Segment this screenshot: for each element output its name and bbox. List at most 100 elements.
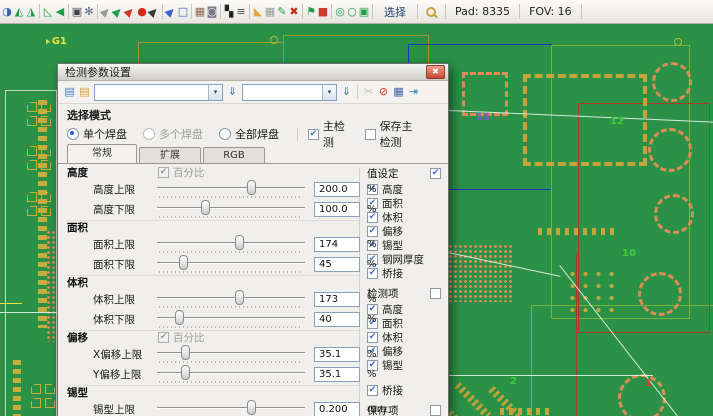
saveas-params-icon[interactable]: ▤ xyxy=(77,84,92,100)
slider[interactable] xyxy=(157,254,305,274)
group-master-checkbox[interactable] xyxy=(430,405,441,416)
zoom-sel-icon[interactable]: ◮ xyxy=(25,3,37,20)
value-input[interactable]: 40 xyxy=(314,312,360,327)
group-master-checkbox[interactable]: ✔ xyxy=(430,168,441,179)
checkbox-item-高度[interactable]: ✔高度 xyxy=(367,183,445,196)
slider[interactable] xyxy=(157,364,305,384)
slider-thumb[interactable] xyxy=(181,345,190,360)
value-input[interactable]: 0.200 xyxy=(314,402,360,416)
dialog-titlebar[interactable]: 检测参数设置 ✖ xyxy=(58,64,448,81)
apply-combo1-icon[interactable]: ⇓ xyxy=(225,84,240,100)
checkbox-item-高度[interactable]: ✔高度 xyxy=(367,303,445,316)
checkbox[interactable]: ✔ xyxy=(367,385,378,396)
measure-angle-icon[interactable]: ◺ xyxy=(42,3,54,20)
slider[interactable] xyxy=(157,399,305,416)
radio-单个焊盘[interactable]: 单个焊盘 xyxy=(67,126,143,142)
checkbox[interactable] xyxy=(365,129,376,140)
radio-button[interactable] xyxy=(67,128,79,140)
slider-thumb[interactable] xyxy=(201,200,210,215)
checkbox-item-偏移[interactable]: ✔偏移 xyxy=(367,225,445,238)
profile-combo-2[interactable] xyxy=(242,84,337,101)
checkbox-主检测[interactable]: ✔主检测 xyxy=(308,118,347,150)
slider-thumb[interactable] xyxy=(179,255,188,270)
value-input[interactable]: 173 xyxy=(314,292,360,307)
close-icon[interactable]: ✖ xyxy=(426,65,445,79)
checkbox-item-桥接[interactable]: ✔桥接 xyxy=(367,267,445,280)
table-icon[interactable]: ▦ xyxy=(194,3,206,20)
checkbox-保存主检测[interactable]: 保存主检测 xyxy=(365,118,421,150)
cut-icon[interactable]: ✂ xyxy=(361,84,376,100)
tab-RGB[interactable]: RGB xyxy=(203,147,265,163)
square-icon[interactable]: ▣ xyxy=(358,3,370,20)
pan-view-icon[interactable]: ◑ xyxy=(1,3,13,20)
slider-thumb[interactable] xyxy=(247,180,256,195)
select-mode-label[interactable]: 选择 xyxy=(384,4,406,20)
checkbox[interactable]: ✔ xyxy=(367,332,378,343)
set-square-icon[interactable]: ◣ xyxy=(252,3,264,20)
section-header: 锡型 xyxy=(67,386,359,399)
slider-row: 面积上限174% xyxy=(67,234,359,254)
checkbox[interactable]: ✔ xyxy=(367,226,378,237)
value-input[interactable]: 174 xyxy=(314,237,360,252)
checkbox-item-偏移[interactable]: ✔偏移 xyxy=(367,345,445,358)
group-master-checkbox[interactable] xyxy=(430,288,441,299)
slider-thumb[interactable] xyxy=(235,290,244,305)
slider[interactable] xyxy=(157,234,305,254)
checkbox-item-体积[interactable]: ✔体积 xyxy=(367,331,445,344)
profile-combo-1[interactable] xyxy=(94,84,223,101)
checkbox-item-面积[interactable]: ✔面积 xyxy=(367,197,445,210)
radio-button[interactable] xyxy=(219,128,231,140)
tab-常规[interactable]: 常规 xyxy=(67,144,137,163)
circle-icon[interactable]: ○ xyxy=(346,3,358,20)
delete-icon[interactable]: ✖ xyxy=(288,3,300,20)
value-input[interactable]: 200.0 xyxy=(314,182,360,197)
load-params-icon[interactable]: ▤ xyxy=(62,84,77,100)
save-icon[interactable]: ▦ xyxy=(391,84,406,100)
slider-thumb[interactable] xyxy=(175,310,184,325)
pcb-qfp-footprint xyxy=(523,74,647,166)
apply-combo2-icon[interactable]: ⇓ xyxy=(339,84,354,100)
grid-icon[interactable]: ▦ xyxy=(264,3,276,20)
value-input[interactable]: 35.1 xyxy=(314,367,360,382)
value-input[interactable]: 45 xyxy=(314,257,360,272)
tile-view-icon[interactable]: ▚ xyxy=(223,3,235,20)
checkbox-item-桥接[interactable]: ✔桥接 xyxy=(367,384,445,397)
circle-dot-icon[interactable]: ◎ xyxy=(334,3,346,20)
checkbox-item-锡型[interactable]: ✔锡型 xyxy=(367,359,445,372)
radio-全部焊盘[interactable]: 全部焊盘 xyxy=(219,126,295,142)
slider[interactable] xyxy=(157,199,305,219)
value-input[interactable]: 35.1 xyxy=(314,347,360,362)
draw-icon[interactable]: ✎ xyxy=(276,3,288,20)
slider-thumb[interactable] xyxy=(247,400,256,415)
zoom-fit-icon[interactable]: ◭ xyxy=(13,3,25,20)
sort-az-icon[interactable]: ≡ xyxy=(235,3,247,20)
magnifier-icon[interactable] xyxy=(426,6,437,18)
chevron-down-icon[interactable] xyxy=(322,85,336,100)
checkbox[interactable]: ✔ xyxy=(308,129,319,140)
megaphone-icon[interactable]: ◀ xyxy=(54,3,66,20)
checkbox-item-面积[interactable]: ✔面积 xyxy=(367,317,445,330)
tab-扩展[interactable]: 扩展 xyxy=(139,147,201,163)
slider[interactable] xyxy=(157,309,305,329)
chevron-down-icon[interactable] xyxy=(208,85,222,100)
pcb-qfp-footprint xyxy=(462,72,508,116)
tools-icon[interactable]: ✻ xyxy=(83,3,95,20)
snapshot-icon[interactable]: ▣ xyxy=(71,3,83,20)
camera-icon[interactable]: ◙ xyxy=(206,3,218,20)
value-input[interactable]: 100.0 xyxy=(314,202,360,217)
slider-ticks xyxy=(159,216,303,218)
disable-icon[interactable]: ⊘ xyxy=(376,84,391,100)
slider-thumb[interactable] xyxy=(235,235,244,250)
checkbox[interactable]: ✔ xyxy=(367,268,378,279)
slider[interactable] xyxy=(157,344,305,364)
slider-thumb[interactable] xyxy=(181,365,190,380)
checkbox-item-体积[interactable]: ✔体积 xyxy=(367,211,445,224)
stop-icon[interactable]: ■ xyxy=(317,3,329,20)
exit-icon[interactable]: ⇥ xyxy=(406,84,421,100)
pcb-pad-cluster xyxy=(27,146,51,170)
checkbox-item-锡型[interactable]: ✔锡型 xyxy=(367,239,445,252)
checkbox-item-钢网厚度[interactable]: ✔钢网厚度 xyxy=(367,253,445,266)
slider[interactable] xyxy=(157,179,305,199)
flag-icon[interactable]: ⚑ xyxy=(305,3,317,20)
slider[interactable] xyxy=(157,289,305,309)
